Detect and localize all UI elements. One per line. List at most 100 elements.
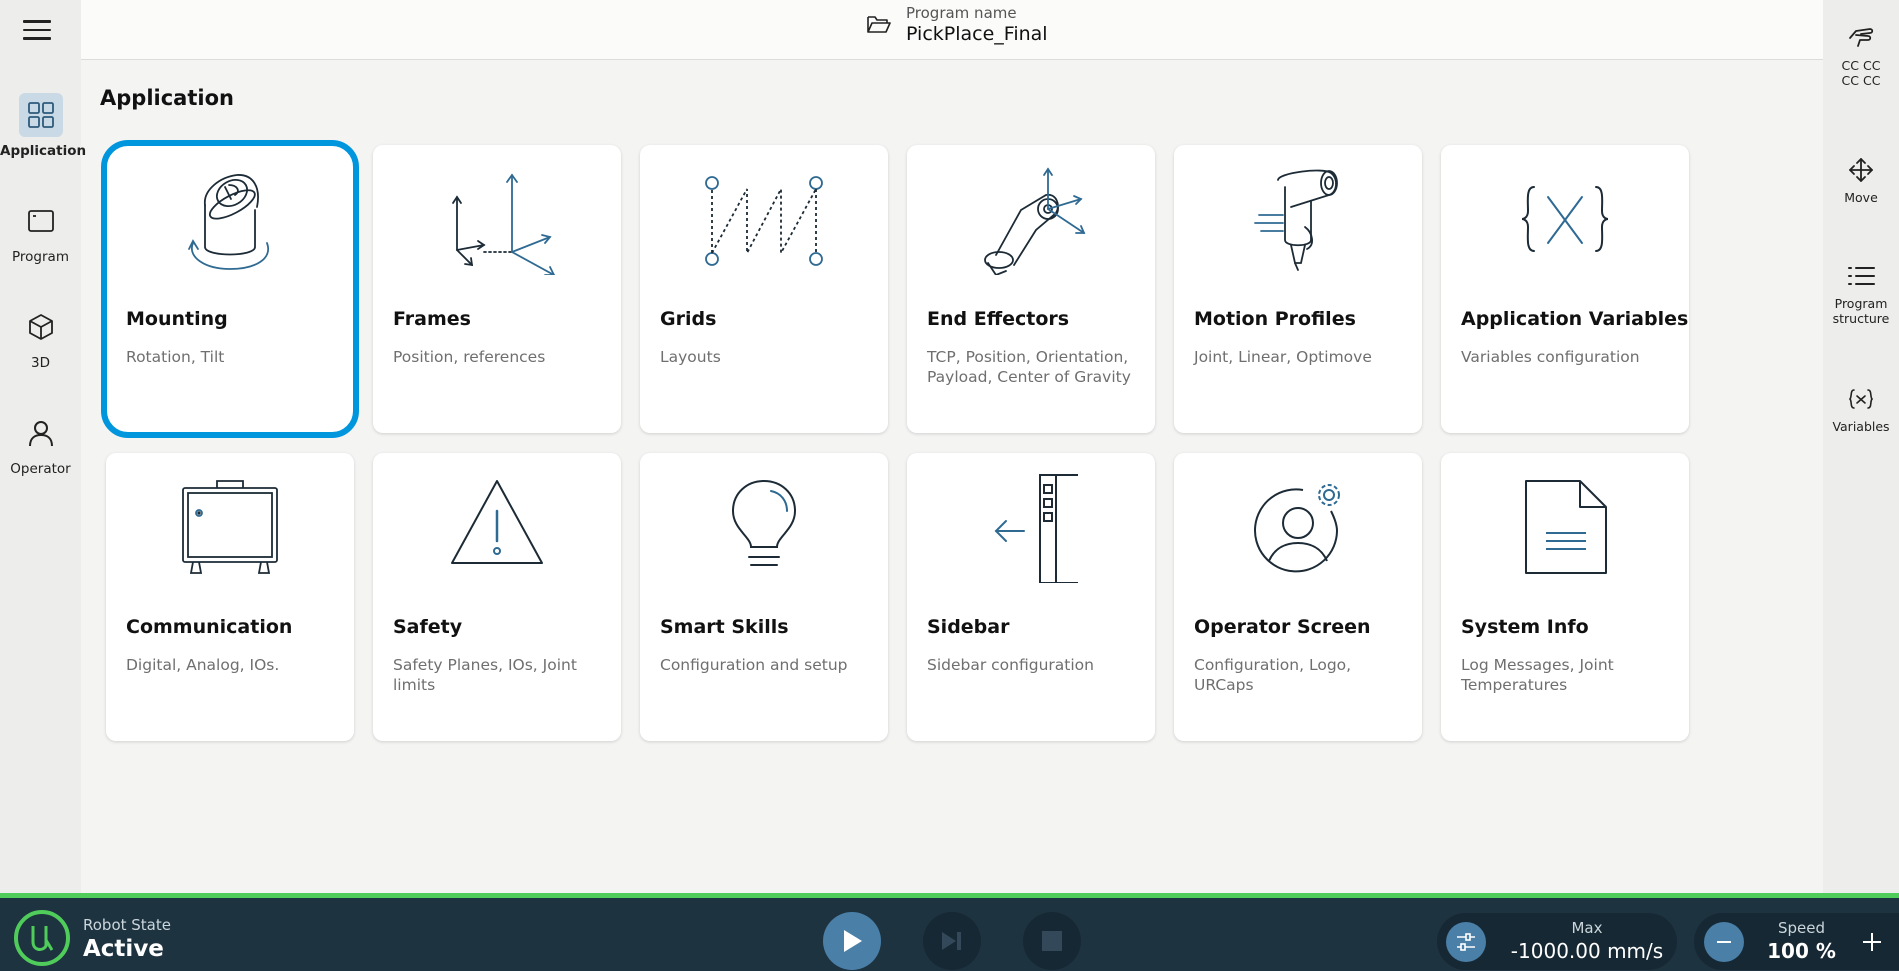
robot-state-value: Active	[83, 936, 164, 962]
minus-icon	[1717, 941, 1731, 943]
window-icon	[19, 199, 63, 243]
card-mounting[interactable]: Mounting Rotation, Tilt	[101, 140, 359, 438]
rr-item-label: Variables	[1832, 419, 1890, 434]
card-title: System Info	[1461, 616, 1589, 638]
sidebar-panel-icon	[907, 473, 1155, 583]
list-icon	[1823, 260, 1899, 292]
left-navigation-rail: Application Program 3D Operator	[0, 0, 87, 893]
grid-icon	[18, 93, 63, 137]
nav-item-program[interactable]: Program	[0, 199, 81, 265]
card-title: Grids	[660, 308, 717, 330]
speed-increase-button[interactable]	[1852, 922, 1892, 962]
person-icon	[19, 411, 63, 455]
nav-item-label: Operator	[10, 461, 71, 477]
stop-icon	[1042, 931, 1062, 951]
card-subtitle: Configuration and setup	[660, 656, 848, 674]
card-subtitle: Variables configuration	[1461, 348, 1640, 366]
card-title: Application Variables	[1461, 308, 1689, 330]
document-icon	[1441, 473, 1689, 583]
card-motion-profiles[interactable]: Motion Profiles Joint, Linear, Optimove	[1174, 145, 1422, 433]
move-arrows-icon	[1823, 154, 1899, 186]
program-name-selector[interactable]: Program name PickPlace_Final	[866, 4, 1048, 45]
program-name-value: PickPlace_Final	[906, 23, 1048, 45]
lightbulb-icon	[640, 473, 888, 583]
nav-item-operator[interactable]: Operator	[0, 411, 81, 477]
speed-control: Speed 100 %	[1694, 913, 1899, 970]
hamburger-menu-icon[interactable]	[20, 14, 54, 42]
card-frames[interactable]: Frames Position, references	[373, 145, 621, 433]
nav-item-label: 3D	[31, 355, 50, 371]
right-navigation-rail: CC CC CC CC Move Program structure Varia…	[1823, 0, 1899, 893]
card-title: Smart Skills	[660, 616, 789, 638]
end-effector-icon	[907, 165, 1155, 275]
control-box-icon	[106, 473, 354, 583]
warning-triangle-icon	[373, 473, 621, 583]
bottom-status-bar: Robot State Active Max -1000.00 mm/s Spe…	[0, 893, 1899, 971]
step-forward-icon	[942, 932, 961, 950]
grid-zigzag-icon	[640, 165, 888, 275]
hand-icon	[1823, 22, 1899, 54]
play-icon	[844, 930, 862, 952]
max-speed-control: Max -1000.00 mm/s	[1437, 913, 1677, 970]
rr-item-program-structure[interactable]: Program structure	[1823, 260, 1899, 326]
nav-item-application[interactable]: Application	[0, 93, 87, 159]
card-sidebar[interactable]: Sidebar Sidebar configuration	[907, 453, 1155, 741]
card-system-info[interactable]: System Info Log Messages, Joint Temperat…	[1441, 453, 1689, 741]
rr-item-cc[interactable]: CC CC CC CC	[1823, 22, 1899, 88]
page-title: Application	[100, 86, 234, 110]
card-subtitle: Digital, Analog, IOs.	[126, 656, 280, 674]
card-title: Motion Profiles	[1194, 308, 1356, 330]
play-button[interactable]	[823, 912, 881, 970]
max-value: -1000.00 mm/s	[1510, 939, 1664, 963]
card-communication[interactable]: Communication Digital, Analog, IOs.	[106, 453, 354, 741]
card-subtitle: Configuration, Logo, URCaps	[1194, 656, 1352, 694]
card-title: Mounting	[126, 308, 228, 330]
folder-open-icon	[866, 13, 892, 39]
card-grids[interactable]: Grids Layouts	[640, 145, 888, 433]
nav-item-label: Application	[0, 143, 87, 159]
program-name-label: Program name	[906, 4, 1017, 22]
motion-profile-icon	[1174, 165, 1422, 275]
rr-item-label: Program structure	[1832, 296, 1890, 326]
card-operator-screen[interactable]: Operator Screen Configuration, Logo, URC…	[1174, 453, 1422, 741]
card-subtitle: Rotation, Tilt	[126, 348, 225, 366]
card-subtitle: Log Messages, Joint Temperatures	[1461, 656, 1614, 694]
speed-settings-button[interactable]	[1446, 922, 1486, 962]
max-label: Max	[1571, 919, 1603, 937]
step-button[interactable]	[923, 912, 981, 970]
nav-item-label: Program	[12, 249, 69, 265]
card-application-variables[interactable]: Application Variables Variables configur…	[1441, 145, 1689, 433]
card-title: End Effectors	[927, 308, 1070, 330]
top-header: Program name PickPlace_Final	[81, 0, 1823, 60]
rr-item-label: Move	[1844, 190, 1878, 205]
robot-state-label: Robot State	[83, 916, 171, 934]
card-subtitle: Position, references	[393, 348, 546, 366]
variable-x-icon	[1823, 383, 1899, 415]
rr-item-variables[interactable]: Variables	[1823, 383, 1899, 434]
rr-item-label: CC CC CC CC	[1841, 58, 1881, 88]
operator-gear-icon	[1174, 473, 1422, 583]
stop-button[interactable]	[1023, 912, 1081, 970]
card-subtitle: TCP, Position, Orientation, Payload, Cen…	[927, 348, 1131, 386]
cube-icon	[19, 305, 63, 349]
braces-x-icon	[1441, 165, 1689, 275]
card-subtitle: Layouts	[660, 348, 721, 366]
speed-decrease-button[interactable]	[1704, 922, 1744, 962]
ur-logo-icon	[12, 908, 72, 968]
card-subtitle: Joint, Linear, Optimove	[1194, 348, 1372, 366]
card-subtitle: Sidebar configuration	[927, 656, 1094, 674]
card-title: Communication	[126, 616, 293, 638]
rr-item-move[interactable]: Move	[1823, 154, 1899, 205]
card-safety[interactable]: Safety Safety Planes, IOs, Joint limits	[373, 453, 621, 741]
card-title: Frames	[393, 308, 471, 330]
card-smart-skills[interactable]: Smart Skills Configuration and setup	[640, 453, 888, 741]
card-title: Sidebar	[927, 616, 1010, 638]
card-end-effectors[interactable]: End Effectors TCP, Position, Orientation…	[907, 145, 1155, 433]
sliders-icon	[1457, 933, 1475, 951]
robot-base-icon	[106, 165, 354, 275]
card-title: Safety	[393, 616, 463, 638]
speed-label: Speed	[1777, 919, 1826, 937]
nav-item-3d[interactable]: 3D	[0, 305, 81, 371]
card-subtitle: Safety Planes, IOs, Joint limits	[393, 656, 577, 694]
frames-axes-icon	[373, 165, 621, 275]
